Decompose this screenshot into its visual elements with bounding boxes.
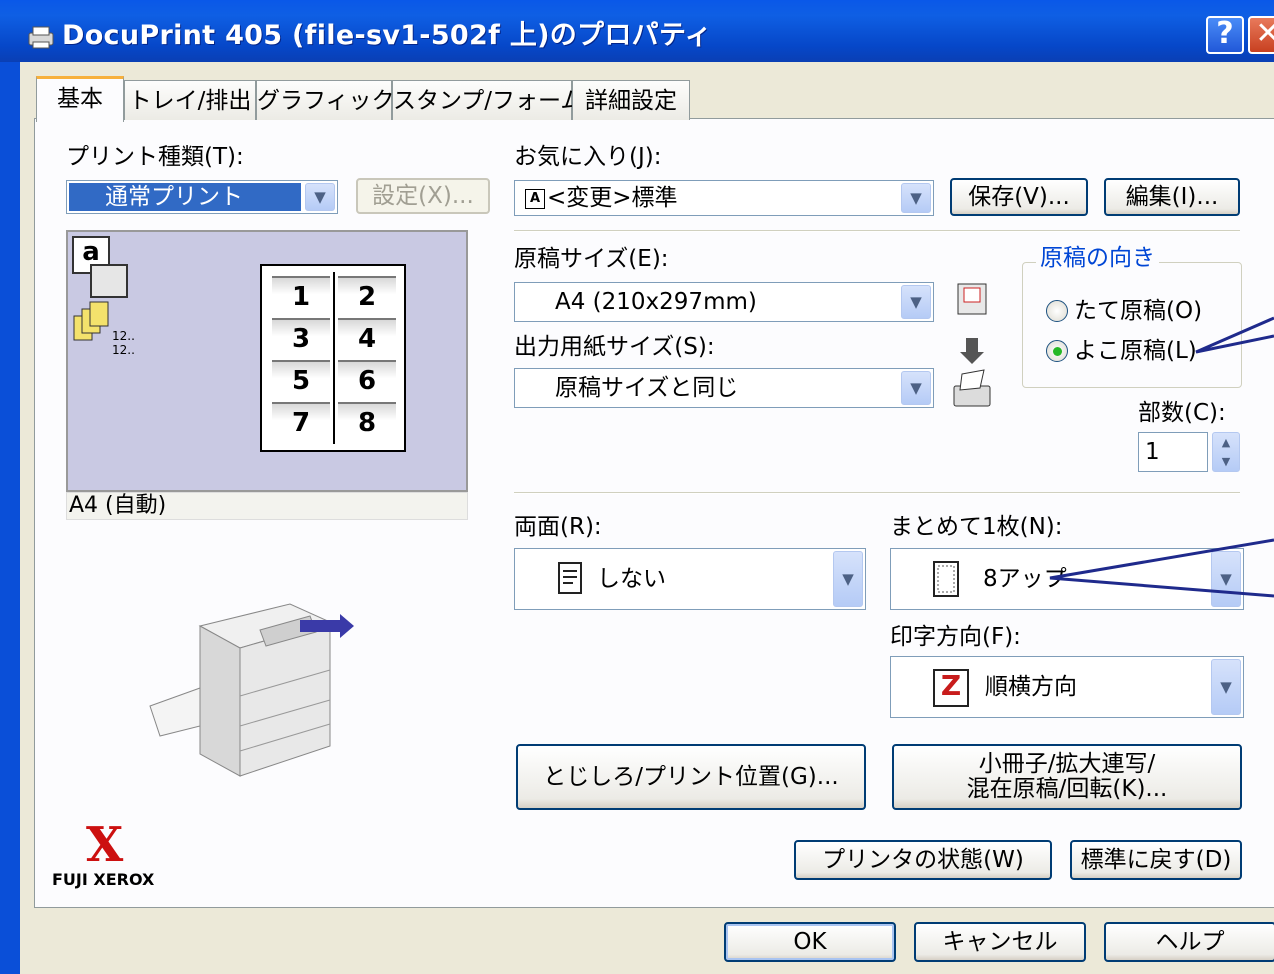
help-button[interactable]: ヘルプ [1104, 922, 1274, 962]
chevron-down-icon[interactable]: ▼ [833, 551, 863, 607]
original-size-select[interactable]: A4 (210x297mm) ▼ [514, 282, 934, 322]
preview-cell: 8 [338, 402, 396, 440]
radio-button[interactable] [1046, 300, 1068, 322]
nup-label: まとめて1枚(N): [890, 514, 1063, 540]
save-button[interactable]: 保存(V)... [950, 178, 1088, 216]
copies-label: 部数(C): [1138, 400, 1226, 426]
favorites-label: お気に入り(J): [514, 144, 662, 170]
paper-scale-icon [953, 283, 991, 407]
output-size-value: 原稿サイズと同じ [555, 375, 739, 401]
copies-spinner[interactable]: ▲ ▼ [1212, 432, 1240, 472]
duplex-label: 両面(R): [514, 514, 602, 540]
chevron-down-icon[interactable]: ▼ [901, 183, 931, 213]
preview-cell: 5 [272, 360, 330, 398]
radio-landscape-label[interactable]: よこ原稿(L) [1074, 336, 1197, 366]
print-order-select[interactable]: Z 順横方向 ▼ [890, 656, 1244, 718]
tab-advanced[interactable]: 詳細設定 [572, 80, 690, 120]
print-type-settings-button[interactable]: 設定(X)... [356, 178, 490, 214]
edit-button[interactable]: 編集(I)... [1104, 178, 1240, 216]
spin-down-icon[interactable]: ▼ [1213, 452, 1239, 471]
chevron-down-icon[interactable]: ▼ [901, 371, 931, 405]
order-z-icon: Z [933, 669, 969, 707]
separator [514, 230, 1240, 232]
radio-landscape[interactable]: よこ原稿(L) [1046, 336, 1236, 366]
duplex-select[interactable]: しない ▼ [514, 548, 866, 610]
print-order-value: 順横方向 [985, 674, 1077, 700]
print-type-select[interactable]: 通常プリント ▼ [66, 180, 338, 214]
brand-text: FUJI XEROX [52, 870, 155, 889]
window-frame [0, 62, 20, 974]
favorites-value: <変更>標準 [547, 185, 678, 211]
preview-cell: 6 [338, 360, 396, 398]
original-size-value: A4 (210x297mm) [555, 289, 757, 315]
favorite-icon-letter: A [525, 189, 545, 209]
copies-count-1: 12.. [112, 329, 135, 343]
preview-cell: 1 [272, 276, 330, 314]
nup-icon [933, 561, 959, 597]
preview-caption: A4 (自動) [66, 492, 468, 520]
title-help-button[interactable]: ? [1206, 16, 1244, 54]
separator [514, 492, 1240, 494]
print-order-label: 印字方向(F): [890, 624, 1021, 650]
preview-cell: 2 [338, 276, 396, 314]
printer-icon [28, 26, 54, 49]
booklet-line-1: 小冊子/拡大連写/ [978, 751, 1156, 777]
radio-portrait-label[interactable]: たて原稿(O) [1074, 296, 1202, 326]
chevron-down-icon[interactable]: ▼ [305, 183, 335, 211]
cancel-button[interactable]: キャンセル [914, 922, 1086, 962]
duplex-icon [558, 562, 582, 594]
printer-illustration [149, 603, 354, 777]
output-size-select[interactable]: 原稿サイズと同じ ▼ [514, 368, 934, 408]
spin-up-icon[interactable]: ▲ [1213, 433, 1239, 452]
orientation-group-title: 原稿の向き [1036, 243, 1159, 273]
restore-defaults-button[interactable]: 標準に戻す(D) [1070, 840, 1242, 880]
tab-basic[interactable]: 基本 [36, 76, 124, 122]
favorites-select[interactable]: A <変更>標準 ▼ [514, 180, 934, 216]
booklet-button[interactable]: 小冊子/拡大連写/ 混在原稿/回転(K)... [892, 744, 1242, 810]
booklet-line-2: 混在原稿/回転(K)... [966, 776, 1168, 802]
preview-cell: 7 [272, 402, 330, 440]
chevron-down-icon[interactable]: ▼ [901, 285, 931, 319]
window-title: DocuPrint 405 (file-sv1-502f 上)のプロパティ [62, 20, 712, 51]
tab-stamp-form[interactable]: スタンプ/フォーム [392, 80, 583, 120]
chevron-down-icon[interactable]: ▼ [1211, 659, 1241, 715]
radio-button-selected[interactable] [1046, 340, 1068, 362]
nup-select[interactable]: 8アップ ▼ [890, 548, 1244, 610]
title-bar[interactable]: DocuPrint 405 (file-sv1-502f 上)のプロパティ [0, 0, 1274, 62]
xerox-logo: X [86, 817, 124, 873]
copies-value: 1 [1145, 439, 1160, 465]
print-type-label: プリント種類(T): [66, 144, 244, 170]
radio-portrait[interactable]: たて原稿(O) [1046, 296, 1236, 326]
tab-graphics[interactable]: グラフィックス [256, 80, 417, 120]
ok-button[interactable]: OK [724, 922, 896, 962]
binding-position-button[interactable]: とじしろ/プリント位置(G)... [516, 744, 866, 810]
copies-count-2: 12.. [112, 343, 135, 357]
close-button[interactable]: ✕ [1248, 16, 1274, 54]
printer-status-button[interactable]: プリンタの状態(W) [794, 840, 1052, 880]
copies-input[interactable]: 1 [1138, 432, 1208, 472]
preview-cell: 3 [272, 318, 330, 356]
tab-tray-output[interactable]: トレイ/排出 [124, 80, 256, 120]
chevron-down-icon[interactable]: ▼ [1211, 551, 1241, 607]
preview-cell: 4 [338, 318, 396, 356]
duplex-value: しない [597, 566, 666, 592]
document-icon: a [72, 236, 132, 298]
print-type-value: 通常プリント [105, 184, 243, 210]
preview-page: 1 2 3 4 5 6 7 8 [260, 264, 406, 452]
original-size-label: 原稿サイズ(E): [514, 246, 669, 272]
nup-value: 8アップ [983, 566, 1067, 592]
output-size-label: 出力用紙サイズ(S): [514, 334, 715, 360]
